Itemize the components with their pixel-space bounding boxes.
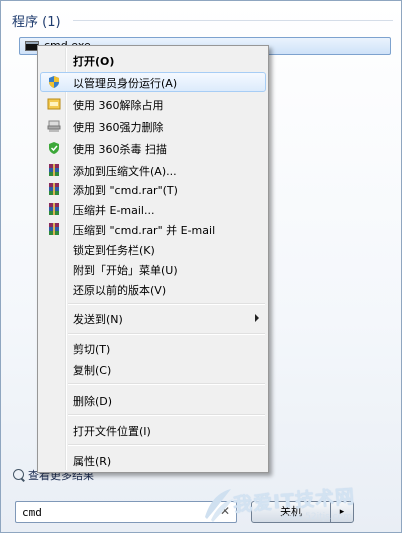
menu-item-open-file-location[interactable]: 打开文件位置(I) [40,420,266,440]
menu-item-run-as-admin[interactable]: 以管理员身份运行(A) [40,72,266,92]
menu-item-label: 以管理员身份运行(A) [73,77,178,90]
menu-item-pin-to-taskbar[interactable]: 锁定到任务栏(K) [40,239,266,259]
menu-item-label: 附到「开始」菜单(U) [73,264,178,277]
menu-item-label: 添加到压缩文件(A)... [73,165,177,178]
menu-item-label: 使用 360强力删除 [73,121,164,134]
menu-item-label: 打开文件位置(I) [73,425,151,438]
menu-item-label: 属性(R) [73,455,112,468]
programs-section-header: 程序 (1) [12,15,61,30]
menu-item-label: 添加到 "cmd.rar"(T) [73,184,178,197]
menu-item-cut[interactable]: 剪切(T) [40,338,266,358]
menu-item-delete[interactable]: 删除(D) [40,390,266,410]
menu-item-360-unlock[interactable]: 使用 360解除占用 [40,94,266,114]
menu-item-add-to-cmd-rar[interactable]: 添加到 "cmd.rar"(T) [40,179,266,199]
search-input[interactable] [22,504,212,520]
menu-separator [68,414,265,416]
menu-separator [68,383,265,385]
360-unlock-icon [47,98,61,110]
menu-item-pin-to-start[interactable]: 附到「开始」菜单(U) [40,259,266,279]
menu-separator [68,333,265,335]
menu-item-send-to[interactable]: 发送到(N) [40,308,266,328]
menu-item-label: 剪切(T) [73,343,111,356]
360-antivirus-icon [49,142,59,154]
menu-separator [68,444,265,446]
menu-item-properties[interactable]: 属性(R) [40,450,266,470]
winrar-icon [49,183,59,195]
menu-item-add-to-archive[interactable]: 添加到压缩文件(A)... [40,160,266,180]
winrar-icon [49,223,59,235]
submenu-arrow-icon [255,314,259,322]
menu-item-label: 发送到(N) [73,313,123,326]
menu-item-label: 删除(D) [73,395,113,408]
context-menu: 打开(O) 以管理员身份运行(A) 使用 360解除占用 使用 360强力删除 … [37,45,269,473]
menu-item-360-shred[interactable]: 使用 360强力删除 [40,116,266,136]
uac-shield-icon [49,76,59,88]
menu-separator [68,303,265,305]
360-shred-icon [47,120,61,132]
menu-item-label: 打开(O) [73,55,115,68]
menu-item-label: 使用 360解除占用 [73,99,164,112]
menu-item-open[interactable]: 打开(O) [40,50,266,70]
menu-item-label: 锁定到任务栏(K) [73,244,155,257]
winrar-icon [49,203,59,215]
winrar-icon [49,164,59,176]
watermark-url: www.52itjs.com [281,512,352,522]
menu-item-label: 还原以前的版本(V) [73,284,167,297]
menu-item-label: 压缩并 E-mail... [73,204,155,217]
menu-item-restore-previous[interactable]: 还原以前的版本(V) [40,279,266,299]
watermark-logo [205,489,233,522]
menu-item-copy[interactable]: 复制(C) [40,359,266,379]
menu-item-label: 压缩到 "cmd.rar" 并 E-mail [73,224,216,237]
section-divider [73,20,393,21]
menu-item-compress-email[interactable]: 压缩并 E-mail... [40,199,266,219]
menu-item-360-antivirus[interactable]: 使用 360杀毒 扫描 [40,138,266,158]
search-icon [13,469,24,480]
menu-item-label: 复制(C) [73,364,112,377]
menu-item-label: 使用 360杀毒 扫描 [73,143,167,156]
menu-item-compress-to-rar-email[interactable]: 压缩到 "cmd.rar" 并 E-mail [40,219,266,239]
